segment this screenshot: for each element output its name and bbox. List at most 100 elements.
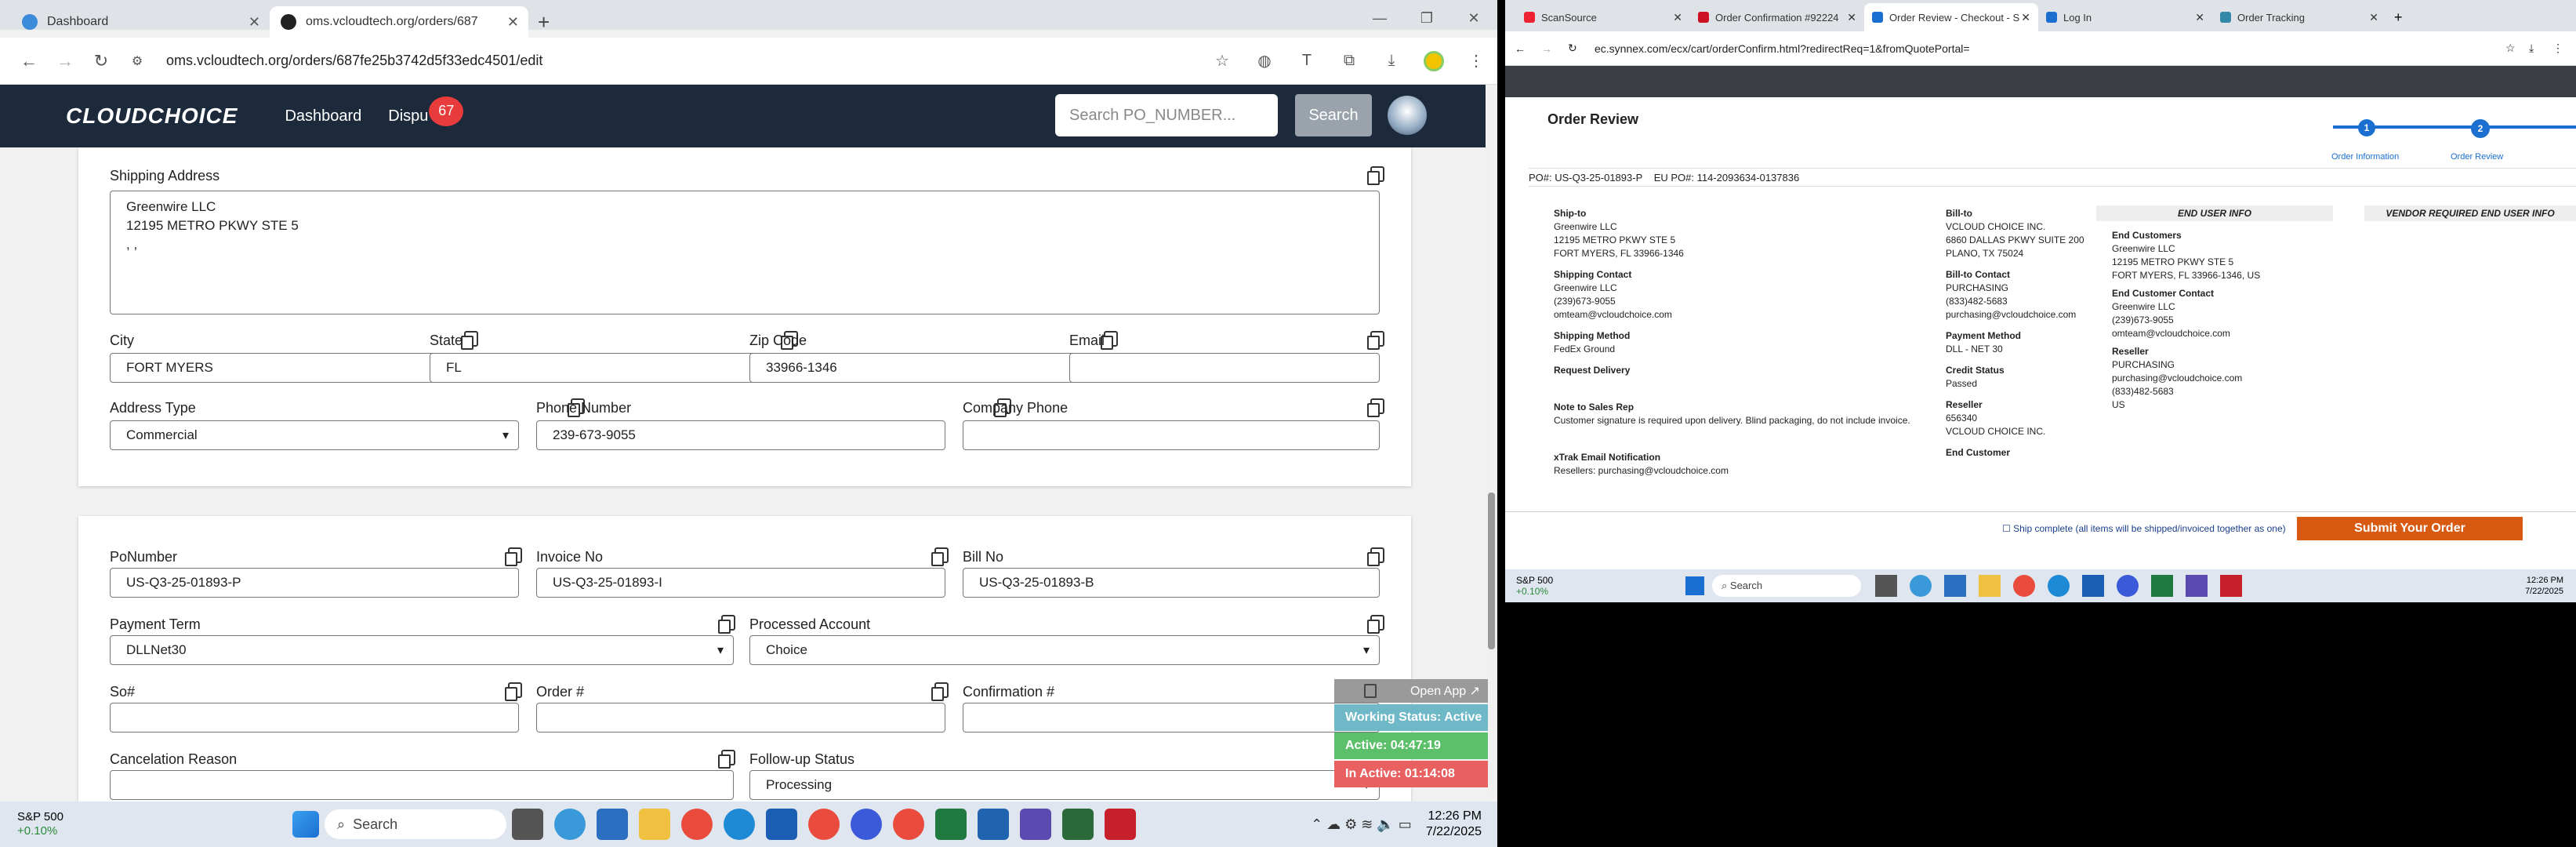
chrome2-icon[interactable] [808, 809, 840, 840]
task-view-icon[interactable] [512, 809, 543, 840]
menu-icon[interactable]: ⋮ [2552, 42, 2576, 55]
clock[interactable]: 12:26 PM 7/22/2025 [1426, 809, 1482, 840]
clock[interactable]: 12:26 PM 7/22/2025 [2525, 575, 2563, 597]
close-icon[interactable]: ✕ [2021, 11, 2030, 24]
bill-field[interactable]: US-Q3-25-01893-B [963, 568, 1380, 598]
outlook-icon[interactable] [2082, 575, 2104, 597]
copy-icon[interactable] [1101, 331, 1118, 350]
close-icon[interactable]: ✕ [249, 14, 260, 31]
user-avatar[interactable] [1388, 96, 1427, 135]
followup-status-select[interactable]: Processing [749, 770, 1380, 800]
nav-disputes[interactable]: Dispu 67 [388, 96, 464, 126]
tab-dashboard[interactable]: Dashboard ✕ [11, 6, 270, 38]
shipping-address-textarea[interactable]: Greenwire LLC 12195 METRO PKWY STE 5 , , [110, 191, 1380, 314]
tab-order-tracking[interactable]: Order Tracking ✕ [2212, 3, 2386, 31]
city-field[interactable]: FORT MYERS [110, 353, 475, 383]
open-app-button[interactable]: Open App ↗ [1334, 679, 1488, 703]
url-field[interactable]: ec.synnex.com/ecx/cart/orderConfirm.html… [1595, 42, 2505, 55]
file-explorer-icon[interactable] [1979, 575, 2001, 597]
copy-icon[interactable] [931, 682, 949, 701]
taskbar-search[interactable]: ⌕ Search [325, 809, 506, 839]
taskbar-search[interactable]: ⌕ Search [1712, 575, 1861, 597]
site-info-icon[interactable]: ⚙ [119, 53, 155, 69]
tab-scansource[interactable]: ScanSource ✕ [1516, 3, 1690, 31]
windows-start-icon[interactable] [292, 811, 319, 838]
chrome-icon[interactable] [2013, 575, 2035, 597]
close-icon[interactable]: ✕ [2369, 11, 2378, 24]
outlook-icon[interactable] [766, 809, 797, 840]
excel-icon[interactable] [935, 809, 967, 840]
puzzle-icon[interactable]: ⧉ [1328, 52, 1370, 70]
copy-icon[interactable] [718, 615, 735, 634]
submit-order-button[interactable]: Submit Your Order [2297, 517, 2523, 540]
copy-icon[interactable] [1367, 615, 1384, 634]
extension-icon[interactable]: ◍ [1243, 51, 1286, 71]
file-explorer-icon[interactable] [639, 809, 670, 840]
bookmark-star-icon[interactable]: ☆ [1201, 51, 1243, 71]
copy-icon[interactable] [1367, 331, 1384, 350]
chrome-icon[interactable] [681, 809, 713, 840]
reload-icon[interactable]: ↻ [1568, 42, 1595, 55]
calculator-icon[interactable] [597, 809, 628, 840]
close-window-icon[interactable]: ✕ [1450, 0, 1497, 36]
tab-order-review[interactable]: Order Review - Checkout - S ✕ [1864, 3, 2038, 31]
copy-icon[interactable] [505, 682, 522, 701]
tab-order-confirmation[interactable]: Order Confirmation #92224 ✕ [1690, 3, 1864, 31]
back-icon[interactable]: ← [1515, 42, 1541, 55]
forward-icon[interactable]: → [47, 51, 83, 71]
teams-icon[interactable] [2186, 575, 2208, 597]
url-field[interactable]: oms.vcloudtech.org/orders/687fe25b3742d5… [166, 53, 1201, 69]
zip-field[interactable]: 33966-1346 [749, 353, 1115, 383]
windows-start-icon[interactable] [1685, 576, 1704, 595]
download-icon[interactable]: ⤓ [1370, 52, 1413, 70]
new-tab-icon[interactable]: + [2394, 3, 2403, 31]
app-icon[interactable] [851, 809, 882, 840]
calculator-icon[interactable] [1944, 575, 1966, 597]
minimize-icon[interactable]: — [1356, 0, 1403, 36]
back-icon[interactable]: ← [11, 51, 47, 71]
stock-widget[interactable]: S&P 500 +0.10% [0, 810, 110, 838]
tray-icons[interactable]: ⌃ ☁ ⚙ ≋ 🔈 ▭ [1311, 816, 1412, 833]
forward-icon[interactable]: → [1541, 42, 1568, 55]
copy-icon[interactable] [1364, 684, 1377, 698]
phone-field[interactable]: 239-673-9055 [536, 420, 945, 450]
maximize-icon[interactable]: ❐ [1403, 0, 1450, 36]
edge2-icon[interactable] [724, 809, 755, 840]
copy-icon[interactable] [1367, 547, 1384, 566]
app2-icon[interactable] [1062, 809, 1094, 840]
stock-widget[interactable]: S&P 500 +0.10% [1505, 575, 1591, 597]
invoice-field[interactable]: US-Q3-25-01893-I [536, 568, 945, 598]
chrome3-icon[interactable] [893, 809, 924, 840]
nav-dashboard[interactable]: Dashboard [285, 107, 361, 125]
new-tab-icon[interactable]: + [538, 6, 550, 38]
close-icon[interactable]: ✕ [1847, 11, 1856, 24]
email-field[interactable] [1069, 353, 1380, 383]
excel-icon[interactable] [2151, 575, 2173, 597]
copy-icon[interactable] [1367, 166, 1384, 185]
translate-icon[interactable]: T [1286, 52, 1328, 70]
app-logo[interactable]: CLOUDCHOICE [66, 104, 238, 129]
confirmation-field[interactable] [963, 703, 1380, 732]
address-type-select[interactable]: Commercial [110, 420, 519, 450]
copy-icon[interactable] [931, 547, 949, 566]
po-field[interactable]: US-Q3-25-01893-P [110, 568, 519, 598]
pdf-icon[interactable] [1105, 809, 1136, 840]
remote-desktop-icon[interactable] [978, 809, 1009, 840]
ship-complete-checkbox[interactable]: ☐ Ship complete (all items will be shipp… [2002, 523, 2286, 534]
payment-term-select[interactable]: DLLNet30 [110, 635, 734, 665]
profile-icon[interactable] [1424, 50, 1444, 71]
pdf-icon[interactable] [2220, 575, 2242, 597]
cancelation-reason-field[interactable] [110, 770, 734, 800]
task-view-icon[interactable] [1875, 575, 1897, 597]
company-phone-field[interactable] [963, 420, 1380, 450]
po-search-input[interactable]: Search PO_NUMBER... [1055, 94, 1278, 136]
state-field[interactable]: FL [430, 353, 795, 383]
order-number-field[interactable] [536, 703, 945, 732]
edge2-icon[interactable] [2048, 575, 2070, 597]
processed-account-select[interactable]: Choice [749, 635, 1380, 665]
close-icon[interactable]: ✕ [1673, 11, 1682, 24]
bookmark-star-icon[interactable]: ☆ [2505, 42, 2529, 55]
tab-oms-order[interactable]: oms.vcloudtech.org/orders/687 ✕ [270, 6, 528, 38]
copy-icon[interactable] [718, 750, 735, 769]
teams-icon[interactable] [1020, 809, 1051, 840]
